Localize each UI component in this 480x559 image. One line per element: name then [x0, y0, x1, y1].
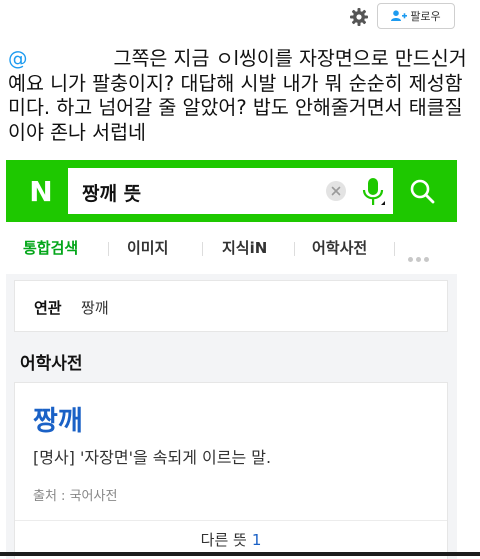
tab-dictionary[interactable]: 어학사전 [312, 222, 367, 274]
tab-images[interactable]: 이미지 [127, 222, 168, 274]
related-label: 연관 [34, 299, 62, 317]
tab-knowledge-in[interactable]: 지식iN [222, 222, 267, 274]
clear-icon[interactable] [326, 181, 346, 201]
search-button[interactable] [395, 168, 449, 214]
entry-source: 출처 : 국어사전 [33, 489, 118, 504]
tab-integrated-search[interactable]: 통합검색 [23, 222, 78, 274]
search-query: 짱깨 뜻 [82, 183, 142, 205]
section-title: 어학사전 [20, 354, 83, 374]
gear-icon[interactable] [348, 6, 370, 28]
tab-divider [394, 242, 395, 256]
microphone-icon[interactable] [360, 177, 386, 207]
mention-link[interactable]: @ [8, 47, 28, 70]
more-icon[interactable] [408, 247, 432, 266]
related-search-box: 연관 짱깨 [14, 280, 448, 332]
add-user-icon [391, 10, 408, 21]
naver-logo[interactable]: N [14, 168, 68, 214]
bottom-border [0, 552, 480, 556]
naver-search-screenshot: N 짱깨 뜻 통합검색 이미지 지식iN 어학사전 연관 짱깨 어학사전 짱깨 … [6, 160, 457, 559]
entry-definition: [명사] '자장면'을 속되게 이르는 말. [33, 448, 272, 467]
search-tabs: 통합검색 이미지 지식iN 어학사전 [6, 222, 457, 274]
naver-logo-letter: N [29, 174, 53, 208]
tab-divider [294, 242, 295, 256]
entry-word-link[interactable]: 짱깨 [33, 399, 83, 438]
search-icon [410, 179, 435, 204]
follow-button[interactable]: 팔로우 [377, 3, 455, 29]
follow-button-label: 팔로우 [410, 10, 441, 23]
tab-divider [202, 242, 203, 256]
search-input[interactable]: 짱깨 뜻 [68, 168, 393, 214]
related-term-link[interactable]: 짱깨 [81, 297, 109, 318]
tweet-body: 그쪽은 지금 ㅇl씽이를 자장면으로 만드신거예요 니가 팔충이지? 대답해 시… [8, 47, 467, 144]
tweet-header: 팔로우 [0, 0, 480, 32]
tab-divider [108, 242, 109, 256]
more-meanings-count: 1 [251, 531, 262, 549]
dictionary-entry: 짱깨 [명사] '자장면'을 속되게 이르는 말. 출처 : 국어사전 다른 뜻… [14, 382, 448, 559]
search-bar: N 짱깨 뜻 [6, 160, 457, 222]
more-meanings-label: 다른 뜻 [200, 531, 247, 549]
tweet-text: @ 그쪽은 지금 ㅇl씽이를 자장면으로 만드신거예요 니가 팔충이지? 대답해 … [8, 47, 474, 145]
